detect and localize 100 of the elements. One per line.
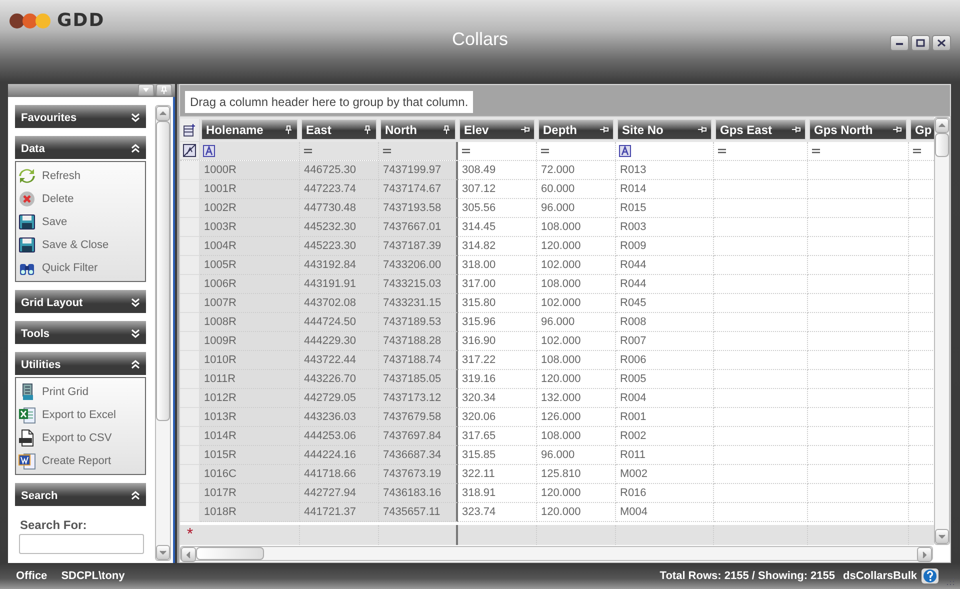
new-row[interactable]: * [180,525,934,545]
expand-icon[interactable] [131,298,140,307]
pin-icon[interactable] [442,125,451,134]
group-header[interactable]: Grid Layout [15,290,146,313]
column-header[interactable]: Depth [538,119,614,140]
scrollbar-thumb[interactable] [196,547,264,560]
table-cell: 319.16 [458,370,537,389]
table-cell: 1005R [200,256,300,275]
filter-cell[interactable] [616,142,714,160]
group-header[interactable]: Utilities [15,352,146,375]
equals-filter-icon[interactable] [811,148,821,154]
vertical-scrollbar[interactable] [934,117,950,545]
equals-filter-icon[interactable] [303,148,313,154]
collapse-icon[interactable] [131,491,140,500]
table-cell: 314.45 [458,218,537,237]
column-header[interactable]: Gps North [809,119,907,140]
equals-filter-icon[interactable] [717,148,727,154]
table-cell: 120.000 [537,370,616,389]
table-cell: 444724.50 [300,313,379,332]
group-header[interactable]: Search [15,483,146,506]
table-cell: M002 [616,465,714,484]
table-cell: 315.96 [458,313,537,332]
pin-icon[interactable] [698,125,707,134]
close-button[interactable] [932,35,951,51]
pin-icon[interactable] [600,125,609,134]
sidebar-item[interactable]: Export to CSV [16,426,146,449]
collapse-icon[interactable] [131,144,140,153]
save-icon [18,236,36,254]
search-field[interactable] [19,534,144,554]
equals-filter-icon[interactable] [461,148,471,154]
scroll-down-button[interactable] [156,545,170,560]
column-header[interactable]: Holename [201,119,298,140]
column-header[interactable]: North [380,119,456,140]
filter-cell[interactable] [300,142,379,160]
vertical-scrollbar[interactable] [155,105,171,561]
scroll-down-icon[interactable] [937,532,947,542]
scroll-down-button[interactable] [935,529,949,544]
table-cell: 1015R [200,446,300,465]
group-header[interactable]: Favourites [15,105,146,128]
pin-icon[interactable] [792,125,801,134]
collapse-icon[interactable] [131,360,140,369]
dropdown-button[interactable] [138,84,154,96]
table-cell: 442729.05 [300,389,379,408]
sidebar-item[interactable]: Create Report [16,449,146,472]
scroll-down-icon[interactable] [158,548,168,558]
scrollbar-thumb[interactable] [935,133,949,157]
table-cell: 447223.74 [300,180,379,199]
table-cell: 7437673.19 [379,465,458,484]
table-cell: 60.000 [537,180,616,199]
table-cell: 442727.94 [300,484,379,503]
sidebar-item[interactable]: Save & Close [16,233,146,256]
scrollbar-thumb[interactable] [156,121,170,421]
pin-button[interactable] [156,84,172,96]
table-cell: 444224.16 [300,446,379,465]
horizontal-scrollbar[interactable] [180,546,933,561]
resize-grip-icon[interactable] [945,576,955,586]
clear-filter-icon[interactable] [183,144,196,157]
pin-icon[interactable] [284,125,293,134]
sidebar-item[interactable]: Quick Filter [16,256,146,279]
expand-icon[interactable] [131,329,140,338]
filter-cell[interactable] [200,142,300,160]
help-icon[interactable] [921,568,939,584]
column-header[interactable]: Site No [617,119,712,140]
column-header[interactable]: East [301,119,377,140]
table-cell: 120.000 [537,484,616,503]
table-cell: 1006R [200,275,300,294]
pin-icon[interactable] [521,125,530,134]
equals-filter-icon[interactable] [382,148,392,154]
table-cell: 446725.30 [300,161,379,180]
sidebar-item[interactable]: Print Grid [16,380,146,403]
equals-filter-icon[interactable] [912,148,922,154]
table-cell: 307.12 [458,180,537,199]
text-filter-icon[interactable] [203,145,215,157]
group-header[interactable]: Data [15,136,146,159]
column-header[interactable]: Gps East [715,119,806,140]
column-header[interactable]: Gp [910,119,934,140]
pin-icon[interactable] [893,125,902,134]
scroll-up-button[interactable] [935,118,949,133]
column-header[interactable]: Elev [459,119,535,140]
column-chooser-icon[interactable] [182,123,196,137]
sidebar-item[interactable]: Refresh [16,164,146,187]
table-cell: 1002R [200,199,300,218]
table-cell: 1003R [200,218,300,237]
maximize-icon [916,39,925,47]
sidebar-item[interactable]: Save [16,210,146,233]
expand-icon[interactable] [131,113,140,122]
filter-cell[interactable] [379,142,458,160]
save-icon [18,212,36,230]
scroll-up-button[interactable] [156,106,170,121]
table-cell: R005 [616,370,714,389]
minimize-button[interactable] [890,35,909,51]
text-filter-icon[interactable] [619,145,631,157]
sidebar-item[interactable]: Export to Excel [16,403,146,426]
group-header[interactable]: Tools [15,321,146,344]
table-cell: 7437188.74 [379,351,458,370]
sidebar-item[interactable]: Delete [16,187,146,210]
table-cell: 7436183.16 [379,484,458,503]
pin-icon[interactable] [363,125,372,134]
equals-filter-icon[interactable] [540,148,550,154]
maximize-button[interactable] [911,35,930,51]
